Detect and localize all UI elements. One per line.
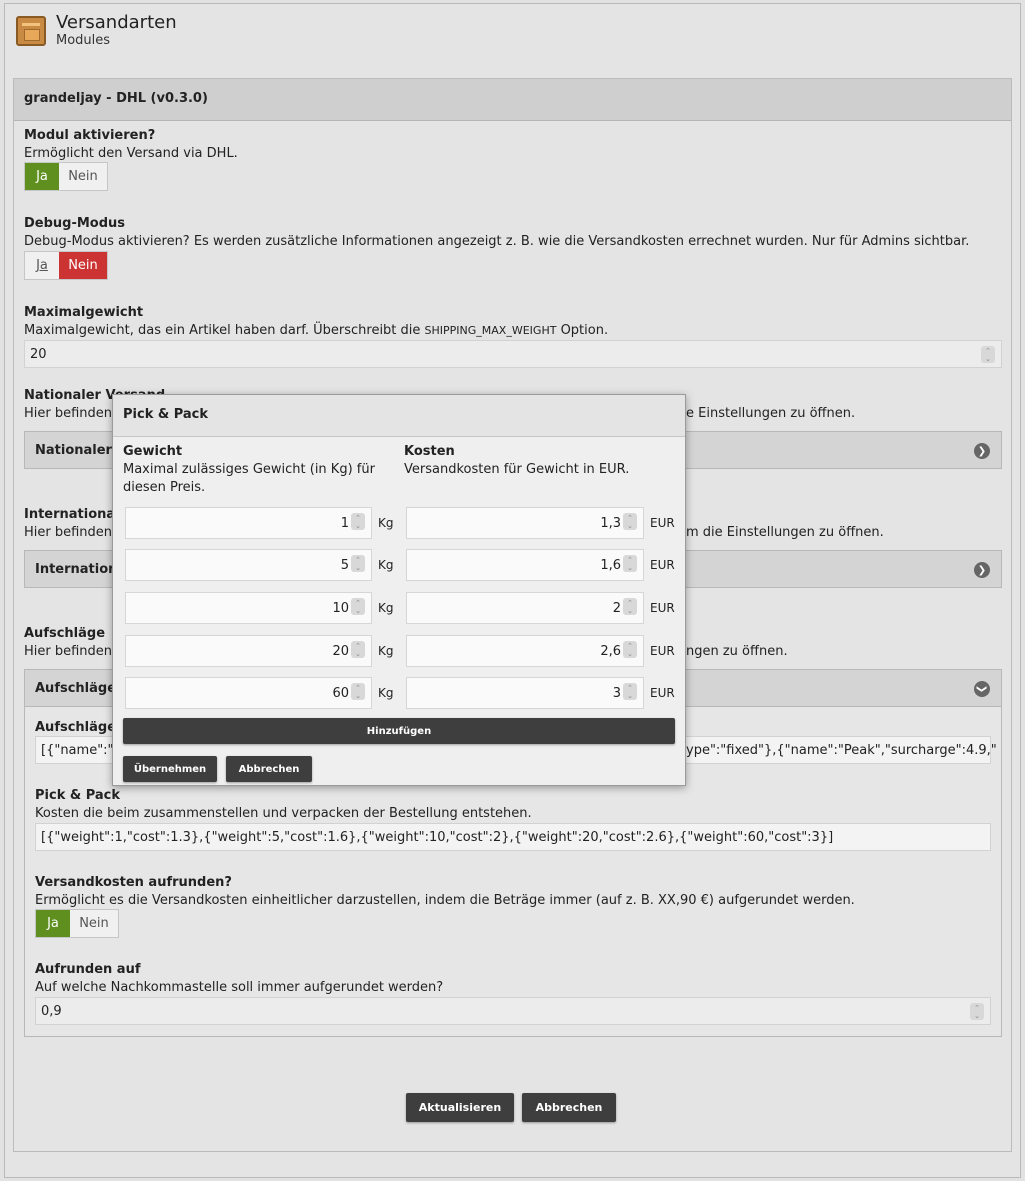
roundup-desc: Ermöglicht es die Versandkosten einheitl… <box>35 893 855 908</box>
maxweight-desc: Maximalgewicht, das ein Artikel haben da… <box>24 323 609 338</box>
stepper-icon[interactable]: ⌃ ⌄ <box>623 641 637 658</box>
stepper-icon[interactable]: ⌃ ⌄ <box>981 346 995 363</box>
stepper-icon[interactable]: ⌃ ⌄ <box>351 641 365 658</box>
surcharges-desc-right: ngen zu öffnen. <box>686 644 788 659</box>
weight-input[interactable]: 1 ⌃ ⌄ <box>125 507 372 539</box>
chevron-right-icon: ❯ <box>974 562 990 578</box>
stepper-icon[interactable]: ⌃ ⌄ <box>623 513 637 530</box>
cost-input[interactable]: 2 ⌃ ⌄ <box>406 592 644 624</box>
pickpack-modal: Pick & Pack Gewicht Maximal zulässiges G… <box>112 394 686 786</box>
debug-label: Debug-Modus <box>24 216 126 231</box>
national-desc-right: e Einstellungen zu öffnen. <box>686 406 856 421</box>
surcharges-desc-left: Hier befinden <box>24 644 113 659</box>
stepper-icon[interactable]: ⌃ ⌄ <box>623 598 637 615</box>
weight-unit: Kg <box>378 686 394 700</box>
stepper-icon[interactable]: ⌃ ⌄ <box>351 598 365 615</box>
stepper-icon[interactable]: ⌃ ⌄ <box>351 513 365 530</box>
cost-input[interactable]: 3 ⌃ ⌄ <box>406 677 644 709</box>
maxweight-label: Maximalgewicht <box>24 305 144 320</box>
cost-unit: EUR <box>650 644 675 658</box>
weight-input[interactable]: 20 ⌃ ⌄ <box>125 635 372 667</box>
roundto-input[interactable]: 0,9 ⌃ ⌄ <box>35 997 991 1025</box>
weight-unit: Kg <box>378 601 394 615</box>
module-active-yes[interactable]: Ja <box>25 163 59 190</box>
update-button[interactable]: Aktualisieren <box>406 1093 514 1122</box>
stepper-icon[interactable]: ⌃ ⌄ <box>623 683 637 700</box>
roundto-label: Aufrunden auf <box>35 962 141 977</box>
debug-toggle: Ja Nein <box>24 251 108 280</box>
cost-unit: EUR <box>650 516 675 530</box>
weight-unit: Kg <box>378 644 394 658</box>
add-row-button[interactable]: Hinzufügen <box>123 718 675 744</box>
apply-button[interactable]: Übernehmen <box>123 756 217 782</box>
page-title: Versandarten <box>56 12 177 33</box>
weight-column-desc-1: Maximal zulässiges Gewicht (in Kg) für <box>123 462 375 477</box>
cost-input[interactable]: 1,3 ⌃ ⌄ <box>406 507 644 539</box>
roundup-yes[interactable]: Ja <box>36 910 70 937</box>
pickpack-label: Pick & Pack <box>35 788 121 803</box>
weight-input[interactable]: 10 ⌃ ⌄ <box>125 592 372 624</box>
weight-input[interactable]: 5 ⌃ ⌄ <box>125 549 372 581</box>
module-active-label: Modul aktivieren? <box>24 128 156 143</box>
surcharges-label: Aufschläge <box>24 626 106 641</box>
stepper-icon[interactable]: ⌃ ⌄ <box>351 683 365 700</box>
national-desc-left: Hier befinden <box>24 406 113 421</box>
cost-unit: EUR <box>650 686 675 700</box>
maxweight-input[interactable]: 20 ⌃ ⌄ <box>24 340 1002 368</box>
debug-desc: Debug-Modus aktivieren? Es werden zusätz… <box>24 234 970 249</box>
roundup-toggle: Ja Nein <box>35 909 119 938</box>
debug-no[interactable]: Nein <box>59 252 107 279</box>
roundto-desc: Auf welche Nachkommastelle soll immer au… <box>35 980 444 995</box>
cost-column-label: Kosten <box>404 444 455 459</box>
roundup-no[interactable]: Nein <box>70 910 118 937</box>
chevron-right-icon: ❯ <box>974 443 990 459</box>
module-active-toggle: Ja Nein <box>24 162 108 191</box>
cost-column-desc: Versandkosten für Gewicht in EUR. <box>404 462 630 477</box>
panel-title: grandeljay - DHL (v0.3.0) <box>24 91 208 106</box>
weight-column-desc-2: diesen Preis. <box>123 480 206 495</box>
surcharges-field-label: Aufschläge <box>35 720 117 735</box>
debug-yes[interactable]: Ja <box>25 252 59 279</box>
pickpack-input[interactable]: [{"weight":1,"cost":1.3},{"weight":5,"co… <box>35 823 991 851</box>
international-desc-left: Hier befinden <box>24 525 113 540</box>
cost-unit: EUR <box>650 601 675 615</box>
weight-input[interactable]: 60 ⌃ ⌄ <box>125 677 372 709</box>
weight-unit: Kg <box>378 516 394 530</box>
modal-cancel-button[interactable]: Abbrechen <box>226 756 312 782</box>
package-icon <box>16 16 46 46</box>
page-subtitle: Modules <box>56 33 111 48</box>
stepper-icon[interactable]: ⌃ ⌄ <box>970 1003 984 1020</box>
stepper-icon[interactable]: ⌃ ⌄ <box>351 555 365 572</box>
roundup-label: Versandkosten aufrunden? <box>35 875 232 890</box>
international-desc-right: m die Einstellungen zu öffnen. <box>686 525 884 540</box>
modal-title: Pick & Pack <box>123 407 209 422</box>
cost-input[interactable]: 2,6 ⌃ ⌄ <box>406 635 644 667</box>
cost-input[interactable]: 1,6 ⌃ ⌄ <box>406 549 644 581</box>
chevron-down-icon: ❯ <box>974 681 990 697</box>
weight-unit: Kg <box>378 558 394 572</box>
module-active-desc: Ermöglicht den Versand via DHL. <box>24 146 238 161</box>
weight-column-label: Gewicht <box>123 444 183 459</box>
stepper-icon[interactable]: ⌃ ⌄ <box>623 555 637 572</box>
pickpack-desc: Kosten die beim zusammenstellen und verp… <box>35 806 532 821</box>
cancel-button[interactable]: Abbrechen <box>522 1093 616 1122</box>
cost-unit: EUR <box>650 558 675 572</box>
module-active-no[interactable]: Nein <box>59 163 107 190</box>
surcharges-input-tail: ype":"fixed"},{"name":"Peak","surcharge"… <box>686 743 997 758</box>
